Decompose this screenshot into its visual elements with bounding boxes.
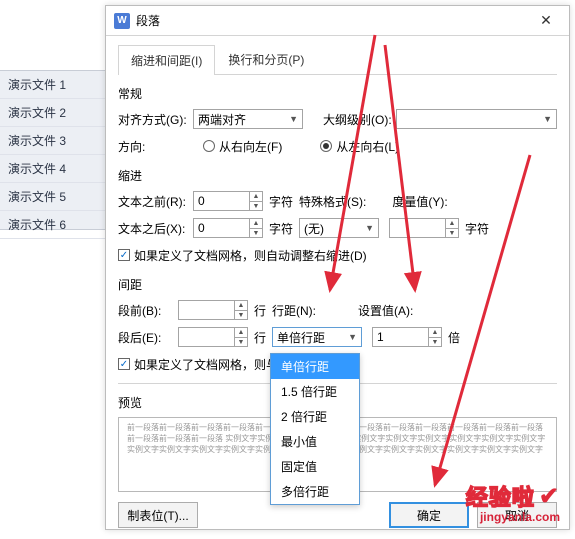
unit-line: 行 — [254, 302, 266, 319]
indent-after-input[interactable]: 0 ▲▼ — [193, 218, 263, 238]
linespacing-dropdown[interactable]: 单倍行距 1.5 倍行距 2 倍行距 最小值 固定值 多倍行距 — [270, 353, 360, 505]
radio-label: 从左向右(L) — [336, 138, 399, 155]
list-item[interactable]: 演示文件 3 — [0, 127, 110, 155]
tab-bar: 缩进和间距(I) 换行和分页(P) — [118, 44, 557, 75]
spinner-icon[interactable]: ▲▼ — [249, 192, 262, 210]
outline-label: 大纲级别(O): — [323, 111, 392, 128]
dropdown-option[interactable]: 多倍行距 — [271, 479, 359, 504]
special-format-combo[interactable]: (无) ▼ — [299, 218, 379, 238]
dropdown-option[interactable]: 单倍行距 — [271, 354, 359, 379]
input-value: 0 — [198, 194, 205, 208]
spacing-before-input[interactable]: ▲▼ — [178, 300, 248, 320]
background-file-list: 演示文件 1 演示文件 2 演示文件 3 演示文件 4 演示文件 5 演示文件 … — [0, 70, 110, 230]
unit-char: 字符 — [269, 193, 293, 210]
title-bar: W 段落 ✕ — [106, 6, 569, 36]
spacing-after-input[interactable]: ▲▼ — [178, 327, 248, 347]
tab-indent-spacing[interactable]: 缩进和间距(I) — [118, 45, 215, 75]
section-indent: 缩进 — [118, 167, 557, 184]
alignment-label: 对齐方式(G): — [118, 111, 193, 128]
checkbox-icon — [118, 249, 130, 261]
close-button[interactable]: ✕ — [531, 12, 561, 29]
spinner-icon[interactable]: ▲▼ — [428, 328, 441, 346]
list-item[interactable]: 演示文件 2 — [0, 99, 110, 127]
dropdown-option[interactable]: 1.5 倍行距 — [271, 379, 359, 404]
checkbox-label: 如果定义了文档网格，则自动调整右缩进(D) — [134, 247, 367, 264]
dropdown-option[interactable]: 2 倍行距 — [271, 404, 359, 429]
alignment-value: 两端对齐 — [198, 111, 246, 128]
chevron-down-icon: ▼ — [365, 223, 374, 233]
direction-label: 方向: — [118, 138, 193, 155]
setvalue-input[interactable]: 1 ▲▼ — [372, 327, 442, 347]
spinner-icon[interactable]: ▲▼ — [445, 219, 458, 237]
direction-ltr-radio[interactable]: 从左向右(L) — [320, 138, 399, 155]
outline-combo[interactable]: ▼ — [396, 109, 557, 129]
cancel-button[interactable]: 取消 — [477, 502, 557, 528]
spinner-icon[interactable]: ▲▼ — [234, 301, 247, 319]
dropdown-option[interactable]: 最小值 — [271, 429, 359, 454]
unit-line: 行 — [254, 329, 266, 346]
spacing-after-label: 段后(E): — [118, 329, 178, 346]
section-spacing: 间距 — [118, 276, 557, 293]
list-item[interactable]: 演示文件 1 — [0, 71, 110, 99]
indent-before-input[interactable]: 0 ▲▼ — [193, 191, 263, 211]
indent-after-label: 文本之后(X): — [118, 220, 193, 237]
tab-line-page[interactable]: 换行和分页(P) — [215, 44, 317, 74]
list-item[interactable]: 演示文件 5 — [0, 183, 110, 211]
alignment-combo[interactable]: 两端对齐 ▼ — [193, 109, 303, 129]
list-item[interactable]: 演示文件 4 — [0, 155, 110, 183]
direction-rtl-radio[interactable]: 从右向左(F) — [203, 138, 282, 155]
special-format-label: 特殊格式(S): — [299, 193, 366, 210]
unit-bei: 倍 — [448, 329, 460, 346]
measure-label: 度量值(Y): — [392, 193, 447, 210]
spinner-icon[interactable]: ▲▼ — [234, 328, 247, 346]
radio-label: 从右向左(F) — [219, 138, 282, 155]
combo-value: (无) — [304, 220, 324, 237]
button-bar: 制表位(T)... 确定 取消 — [118, 502, 557, 528]
input-value: 0 — [198, 221, 205, 235]
section-general: 常规 — [118, 85, 557, 102]
spinner-icon[interactable]: ▲▼ — [249, 219, 262, 237]
measure-input[interactable]: ▲▼ — [389, 218, 459, 238]
radio-icon — [320, 140, 332, 152]
dropdown-option[interactable]: 固定值 — [271, 454, 359, 479]
linespacing-label: 行距(N): — [272, 302, 316, 319]
paragraph-dialog: W 段落 ✕ 缩进和间距(I) 换行和分页(P) 常规 对齐方式(G): 两端对… — [105, 5, 570, 530]
spacing-before-label: 段前(B): — [118, 302, 178, 319]
tabstop-button[interactable]: 制表位(T)... — [118, 502, 198, 528]
chevron-down-icon: ▼ — [348, 332, 357, 342]
linespacing-combo[interactable]: 单倍行距 ▼ — [272, 327, 362, 347]
dialog-title: 段落 — [136, 12, 160, 29]
unit-char: 字符 — [465, 220, 489, 237]
checkbox-icon — [118, 358, 130, 370]
ok-button[interactable]: 确定 — [389, 502, 469, 528]
auto-adjust-checkbox[interactable]: 如果定义了文档网格，则自动调整右缩进(D) — [118, 247, 367, 264]
indent-before-label: 文本之前(R): — [118, 193, 193, 210]
unit-char: 字符 — [269, 220, 293, 237]
chevron-down-icon: ▼ — [543, 114, 552, 124]
app-icon: W — [114, 13, 130, 29]
radio-icon — [203, 140, 215, 152]
setvalue-label: 设置值(A): — [358, 302, 413, 319]
input-value: 1 — [377, 330, 384, 344]
combo-value: 单倍行距 — [277, 329, 325, 346]
chevron-down-icon: ▼ — [289, 114, 298, 124]
list-item[interactable]: 演示文件 6 — [0, 211, 110, 239]
